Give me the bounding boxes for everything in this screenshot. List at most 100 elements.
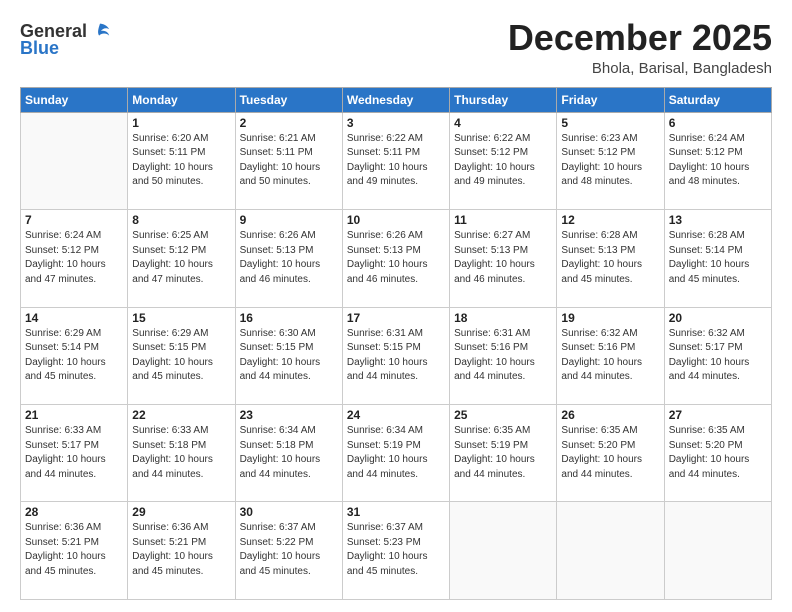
day-number: 22	[132, 408, 230, 422]
logo-bird-icon	[89, 20, 111, 42]
day-number: 8	[132, 213, 230, 227]
table-row: 5 Sunrise: 6:23 AM Sunset: 5:12 PM Daylig…	[557, 112, 664, 209]
table-row: 9 Sunrise: 6:26 AM Sunset: 5:13 PM Daylig…	[235, 210, 342, 307]
day-number: 6	[669, 116, 767, 130]
day-number: 18	[454, 311, 552, 325]
day-number: 21	[25, 408, 123, 422]
logo: General Blue	[20, 22, 111, 59]
day-number: 25	[454, 408, 552, 422]
day-number: 15	[132, 311, 230, 325]
col-header-saturday: Saturday	[664, 87, 771, 112]
col-header-tuesday: Tuesday	[235, 87, 342, 112]
page: General Blue December 2025 Bhola, Barisa…	[0, 0, 792, 612]
day-number: 2	[240, 116, 338, 130]
day-number: 9	[240, 213, 338, 227]
day-info: Sunrise: 6:22 AM Sunset: 5:12 PM Dayligh…	[454, 132, 552, 190]
table-row	[557, 502, 664, 600]
day-info: Sunrise: 6:33 AM Sunset: 5:18 PM Dayligh…	[132, 424, 230, 482]
table-row: 11 Sunrise: 6:27 AM Sunset: 5:13 PM Dayli…	[450, 210, 557, 307]
day-number: 29	[132, 505, 230, 519]
day-info: Sunrise: 6:27 AM Sunset: 5:13 PM Dayligh…	[454, 229, 552, 287]
col-header-friday: Friday	[557, 87, 664, 112]
day-info: Sunrise: 6:31 AM Sunset: 5:15 PM Dayligh…	[347, 327, 445, 385]
day-info: Sunrise: 6:28 AM Sunset: 5:14 PM Dayligh…	[669, 229, 767, 287]
table-row: 4Sunrise: 6:22 AM Sunset: 5:12 PM Daylig…	[450, 112, 557, 209]
day-number: 1	[132, 116, 230, 130]
day-number: 13	[669, 213, 767, 227]
table-row: 1 Sunrise: 6:20 AM Sunset: 5:11 PM Daylig…	[128, 112, 235, 209]
col-header-thursday: Thursday	[450, 87, 557, 112]
table-row: 26 Sunrise: 6:35 AM Sunset: 5:20 PM Dayli…	[557, 405, 664, 502]
table-row: 8 Sunrise: 6:25 AM Sunset: 5:12 PM Daylig…	[128, 210, 235, 307]
day-number: 5	[561, 116, 659, 130]
day-info: Sunrise: 6:26 AM Sunset: 5:13 PM Dayligh…	[240, 229, 338, 287]
table-row	[450, 502, 557, 600]
day-number: 14	[25, 311, 123, 325]
day-info: Sunrise: 6:26 AM Sunset: 5:13 PM Dayligh…	[347, 229, 445, 287]
table-row: 2Sunrise: 6:21 AM Sunset: 5:11 PM Daylig…	[235, 112, 342, 209]
day-info: Sunrise: 6:20 AM Sunset: 5:11 PM Dayligh…	[132, 132, 230, 190]
table-row: 25 Sunrise: 6:35 AM Sunset: 5:19 PM Dayli…	[450, 405, 557, 502]
table-row: 18 Sunrise: 6:31 AM Sunset: 5:16 PM Dayli…	[450, 307, 557, 404]
table-row: 3 Sunrise: 6:22 AM Sunset: 5:11 PM Daylig…	[342, 112, 449, 209]
day-number: 27	[669, 408, 767, 422]
day-info: Sunrise: 6:28 AM Sunset: 5:13 PM Dayligh…	[561, 229, 659, 287]
day-number: 26	[561, 408, 659, 422]
table-row	[664, 502, 771, 600]
day-info: Sunrise: 6:24 AM Sunset: 5:12 PM Dayligh…	[669, 132, 767, 190]
table-row: 31 Sunrise: 6:37 AM Sunset: 5:23 PM Dayli…	[342, 502, 449, 600]
day-number: 17	[347, 311, 445, 325]
table-row: 16Sunrise: 6:30 AM Sunset: 5:15 PM Dayli…	[235, 307, 342, 404]
col-header-wednesday: Wednesday	[342, 87, 449, 112]
day-number: 10	[347, 213, 445, 227]
table-row	[21, 112, 128, 209]
table-row: 29 Sunrise: 6:36 AM Sunset: 5:21 PM Dayli…	[128, 502, 235, 600]
table-row: 30 Sunrise: 6:37 AM Sunset: 5:22 PM Dayli…	[235, 502, 342, 600]
table-row: 14 Sunrise: 6:29 AM Sunset: 5:14 PM Dayli…	[21, 307, 128, 404]
logo-text: General Blue	[20, 22, 111, 59]
col-header-sunday: Sunday	[21, 87, 128, 112]
day-info: Sunrise: 6:25 AM Sunset: 5:12 PM Dayligh…	[132, 229, 230, 287]
month-title: December 2025	[508, 18, 772, 58]
table-row: 10 Sunrise: 6:26 AM Sunset: 5:13 PM Dayli…	[342, 210, 449, 307]
day-number: 28	[25, 505, 123, 519]
day-info: Sunrise: 6:37 AM Sunset: 5:22 PM Dayligh…	[240, 521, 338, 579]
title-block: December 2025 Bhola, Barisal, Bangladesh	[508, 18, 772, 77]
day-info: Sunrise: 6:29 AM Sunset: 5:15 PM Dayligh…	[132, 327, 230, 385]
day-info: Sunrise: 6:37 AM Sunset: 5:23 PM Dayligh…	[347, 521, 445, 579]
table-row: 27Sunrise: 6:35 AM Sunset: 5:20 PM Dayli…	[664, 405, 771, 502]
day-info: Sunrise: 6:36 AM Sunset: 5:21 PM Dayligh…	[25, 521, 123, 579]
day-number: 20	[669, 311, 767, 325]
day-info: Sunrise: 6:32 AM Sunset: 5:17 PM Dayligh…	[669, 327, 767, 385]
header: General Blue December 2025 Bhola, Barisa…	[20, 18, 772, 77]
day-info: Sunrise: 6:29 AM Sunset: 5:14 PM Dayligh…	[25, 327, 123, 385]
calendar-table: SundayMondayTuesdayWednesdayThursdayFrid…	[20, 87, 772, 600]
table-row: 13 Sunrise: 6:28 AM Sunset: 5:14 PM Dayli…	[664, 210, 771, 307]
day-info: Sunrise: 6:35 AM Sunset: 5:19 PM Dayligh…	[454, 424, 552, 482]
col-header-monday: Monday	[128, 87, 235, 112]
table-row: 15 Sunrise: 6:29 AM Sunset: 5:15 PM Dayli…	[128, 307, 235, 404]
day-number: 30	[240, 505, 338, 519]
day-number: 19	[561, 311, 659, 325]
table-row: 22 Sunrise: 6:33 AM Sunset: 5:18 PM Dayli…	[128, 405, 235, 502]
day-info: Sunrise: 6:33 AM Sunset: 5:17 PM Dayligh…	[25, 424, 123, 482]
day-number: 12	[561, 213, 659, 227]
day-number: 31	[347, 505, 445, 519]
day-info: Sunrise: 6:35 AM Sunset: 5:20 PM Dayligh…	[561, 424, 659, 482]
day-number: 7	[25, 213, 123, 227]
table-row: 23Sunrise: 6:34 AM Sunset: 5:18 PM Dayli…	[235, 405, 342, 502]
location: Bhola, Barisal, Bangladesh	[508, 60, 772, 77]
day-info: Sunrise: 6:23 AM Sunset: 5:12 PM Dayligh…	[561, 132, 659, 190]
day-info: Sunrise: 6:36 AM Sunset: 5:21 PM Dayligh…	[132, 521, 230, 579]
table-row: 21 Sunrise: 6:33 AM Sunset: 5:17 PM Dayli…	[21, 405, 128, 502]
table-row: 12 Sunrise: 6:28 AM Sunset: 5:13 PM Dayli…	[557, 210, 664, 307]
day-number: 3	[347, 116, 445, 130]
table-row: 6 Sunrise: 6:24 AM Sunset: 5:12 PM Daylig…	[664, 112, 771, 209]
table-row: 7Sunrise: 6:24 AM Sunset: 5:12 PM Daylig…	[21, 210, 128, 307]
table-row: 20 Sunrise: 6:32 AM Sunset: 5:17 PM Dayli…	[664, 307, 771, 404]
day-info: Sunrise: 6:32 AM Sunset: 5:16 PM Dayligh…	[561, 327, 659, 385]
day-info: Sunrise: 6:22 AM Sunset: 5:11 PM Dayligh…	[347, 132, 445, 190]
day-number: 11	[454, 213, 552, 227]
day-info: Sunrise: 6:31 AM Sunset: 5:16 PM Dayligh…	[454, 327, 552, 385]
day-number: 24	[347, 408, 445, 422]
